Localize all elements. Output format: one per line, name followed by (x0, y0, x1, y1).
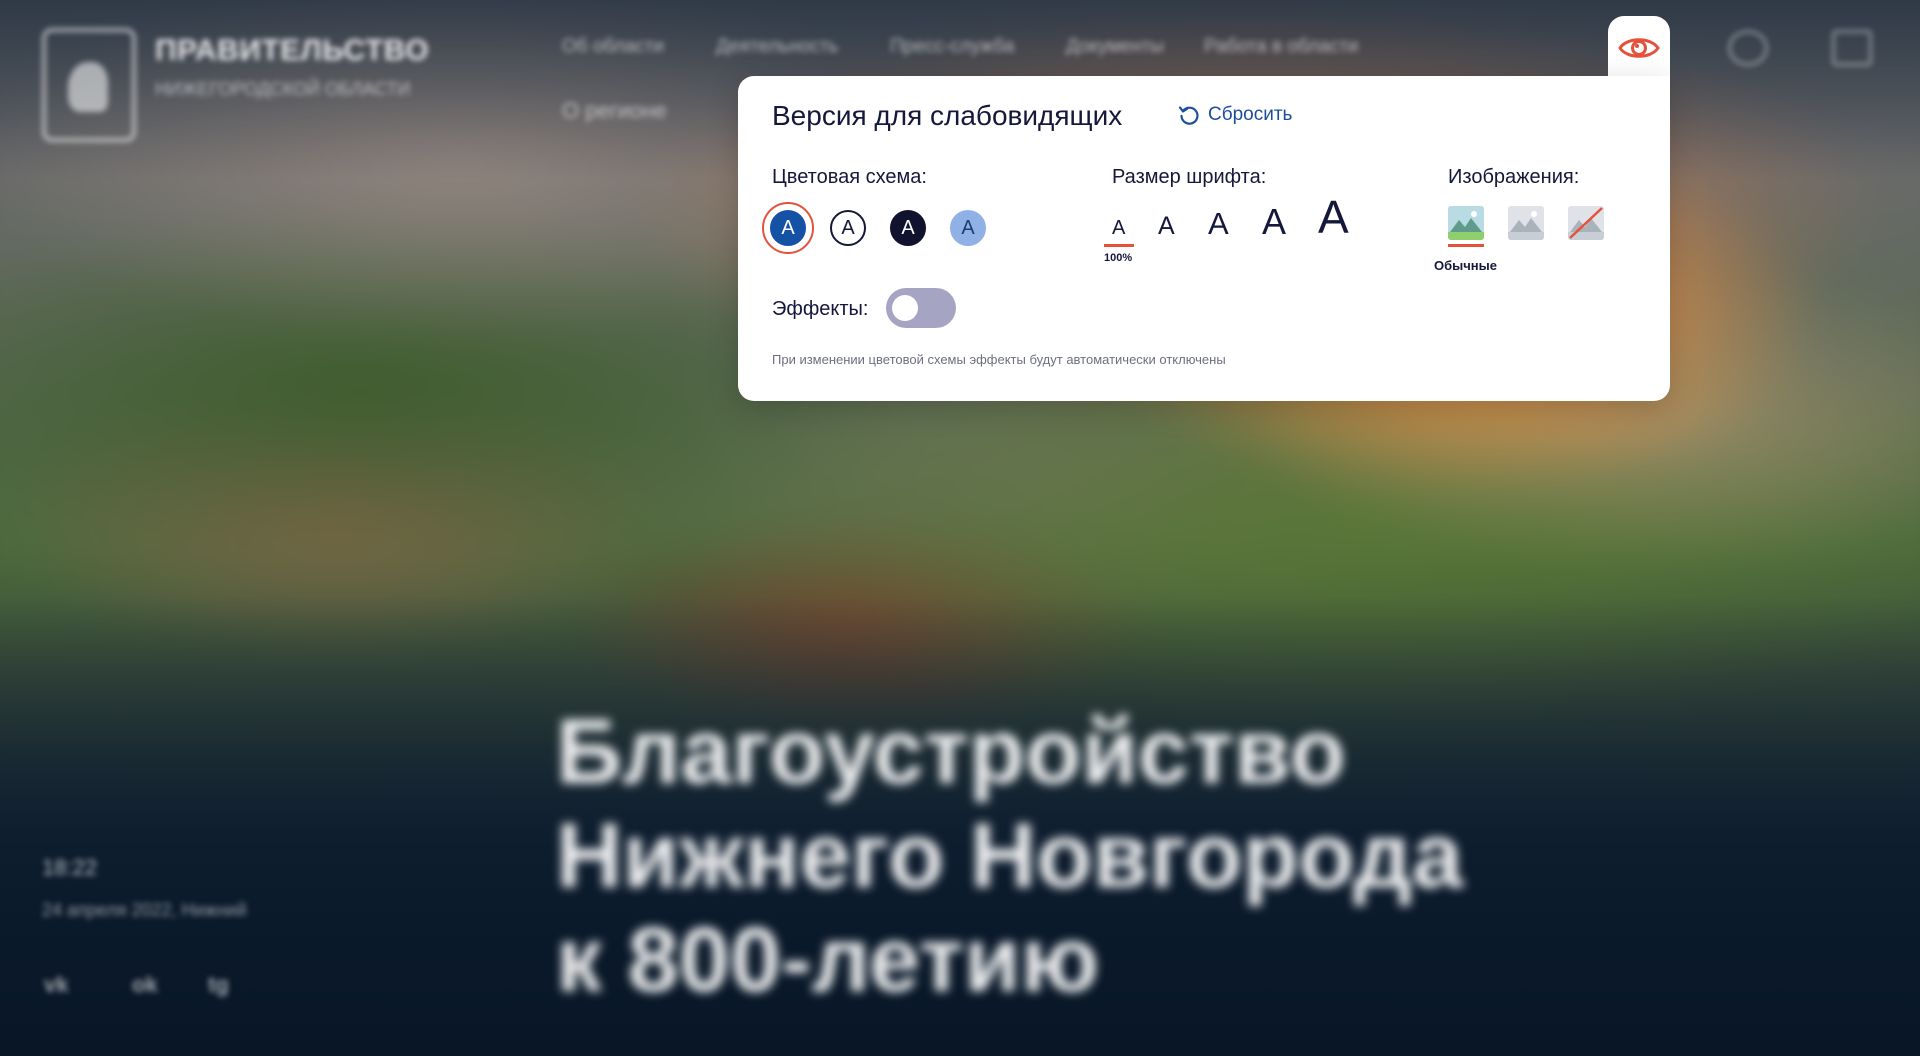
font-size-option-100[interactable]: A (1112, 218, 1125, 238)
nav-item-activity[interactable]: Деятельность (716, 36, 838, 58)
brand-title[interactable]: ПРАВИТЕЛЬСТВО (155, 34, 429, 68)
nav-item-work[interactable]: Работа в области (1204, 36, 1358, 58)
images-label: Изображения: (1448, 166, 1580, 188)
images-caption: Обычные (1434, 258, 1497, 273)
font-size-option-175[interactable]: A (1262, 204, 1286, 240)
panel-title: Версия для слабовидящих (772, 100, 1123, 131)
font-size-selected-indicator (1104, 244, 1134, 247)
hero-title-line: к 800-летию (556, 909, 1100, 1011)
hero-title: Благоустройство Нижнего Новгорода к 800-… (556, 700, 1656, 1012)
font-size-label: Размер шрифта: (1112, 166, 1267, 188)
color-scheme-option-white[interactable]: A (830, 210, 866, 246)
accessibility-toggle-button[interactable] (1608, 16, 1670, 80)
reset-icon (1178, 106, 1199, 125)
nav-region-link[interactable]: О регионе (562, 98, 667, 124)
effects-hint: При изменении цветовой схемы эффекты буд… (772, 352, 1226, 367)
nav-item-press[interactable]: Пресс-служба (890, 36, 1014, 58)
images-selected-indicator (1448, 244, 1484, 247)
reset-label: Сбросить (1208, 104, 1293, 125)
vk-icon[interactable]: vk (44, 972, 68, 998)
telegram-icon[interactable]: tg (208, 972, 229, 998)
image-grayscale-icon[interactable] (1508, 206, 1544, 240)
font-size-option-150[interactable]: A (1208, 208, 1229, 239)
accessibility-panel: Версия для слабовидящих Сбросить Цветова… (738, 76, 1670, 401)
color-scheme-label: Цветовая схема: (772, 166, 927, 188)
color-scheme-option-light-blue[interactable]: A (950, 210, 986, 246)
menu-icon[interactable] (1832, 30, 1872, 66)
color-scheme-option-blue[interactable]: A (770, 210, 806, 246)
hero-title-line: Благоустройство (556, 701, 1346, 803)
image-off-icon[interactable] (1568, 206, 1604, 240)
search-icon[interactable] (1728, 30, 1768, 66)
logo-emblem-icon[interactable] (42, 28, 136, 142)
color-scheme-option-dark[interactable]: A (890, 210, 926, 246)
effects-label: Эффекты: (772, 298, 869, 320)
font-size-option-125[interactable]: A (1158, 214, 1175, 239)
effects-toggle-knob (892, 295, 918, 321)
date-display: 24 апреля 2022, Нижний (42, 900, 247, 920)
font-size-option-200[interactable]: A (1318, 194, 1349, 240)
hero-title-line: Нижнего Новгорода (556, 805, 1464, 907)
reset-button[interactable]: Сбросить (1178, 104, 1292, 126)
nav-item-documents[interactable]: Документы (1066, 36, 1164, 58)
nav-item-about[interactable]: Об области (562, 36, 664, 58)
time-display: 18:22 (42, 855, 98, 880)
brand-subtitle: НИЖЕГОРОДСКОЙ ОБЛАСТИ (155, 79, 411, 99)
font-size-caption: 100% (1104, 252, 1133, 264)
effects-toggle[interactable] (886, 288, 956, 328)
image-normal-icon[interactable] (1448, 206, 1484, 240)
eye-icon (1618, 38, 1660, 58)
deer-icon (68, 62, 108, 112)
ok-icon[interactable]: ok (132, 972, 158, 998)
